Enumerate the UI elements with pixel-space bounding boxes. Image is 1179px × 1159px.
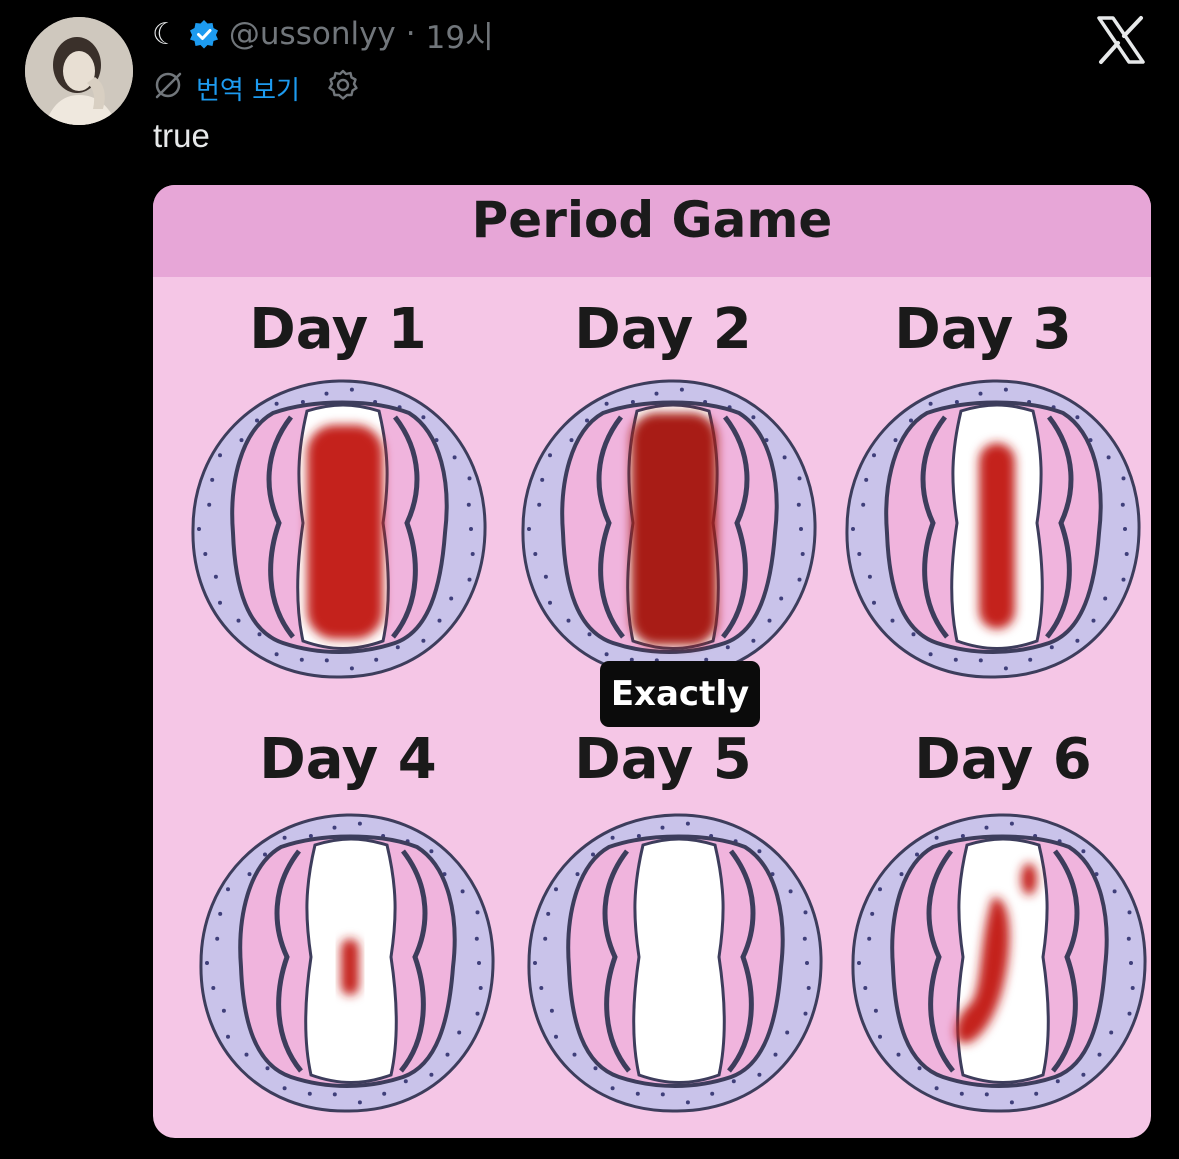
gear-icon[interactable] <box>326 68 360 109</box>
day-1-label: Day 1 <box>249 297 427 362</box>
day-3-pad-illustration <box>837 373 1149 685</box>
x-logo-icon[interactable] <box>1095 14 1147 66</box>
author-handle[interactable]: @ussonlyy <box>229 16 396 52</box>
day-2-pad-illustration <box>513 373 825 685</box>
verified-badge-icon <box>189 19 219 49</box>
post-time[interactable]: 19시 <box>426 12 494 57</box>
day-4-label: Day 4 <box>259 727 437 792</box>
post-image[interactable]: Period Game Day 1 Day 2 Day 3 Day 4 Day … <box>153 185 1151 1138</box>
day-6-label: Day 6 <box>914 727 1092 792</box>
post-header: ☾ @ussonlyy · 19시 <box>152 12 494 56</box>
avatar[interactable] <box>25 17 133 125</box>
day-5-label: Day 5 <box>574 727 752 792</box>
separator-dot: · <box>405 16 416 52</box>
day-6-pad-illustration <box>843 807 1151 1119</box>
day-1-pad-illustration <box>183 373 495 685</box>
translate-row: 번역 보기 <box>152 66 360 110</box>
day-5-pad-illustration <box>519 807 831 1119</box>
day-4-pad-illustration <box>191 807 503 1119</box>
day-3-label: Day 3 <box>894 297 1072 362</box>
post-text: true <box>153 117 210 154</box>
image-title: Period Game <box>471 191 833 249</box>
moon-icon: ☾ <box>152 16 179 52</box>
translate-link[interactable]: 번역 보기 <box>196 70 300 107</box>
day-2-label: Day 2 <box>574 297 752 362</box>
translate-icon <box>152 69 184 108</box>
exactly-caption: Exactly <box>600 661 760 727</box>
